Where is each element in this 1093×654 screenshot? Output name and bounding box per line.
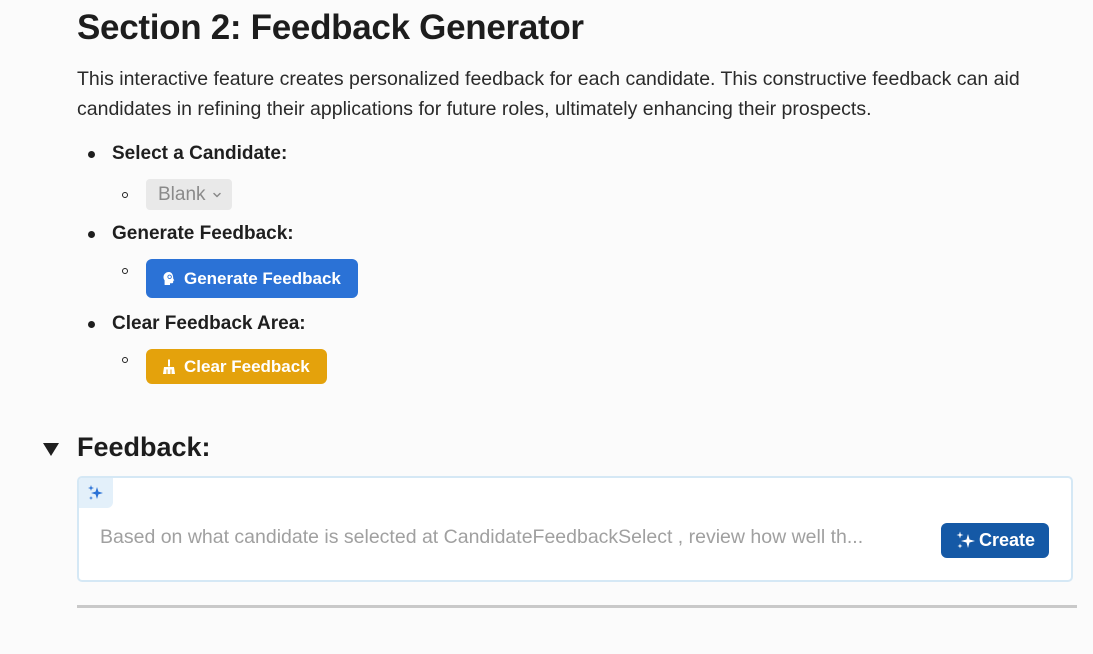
sparkles-icon — [956, 531, 975, 548]
bullet — [88, 150, 95, 158]
chevron-down-icon — [212, 192, 221, 197]
ai-block-tag — [79, 478, 113, 508]
step-generate-feedback-control: Generate Feedback — [122, 259, 358, 298]
bullet — [88, 320, 95, 328]
section-intro: This interactive feature creates persona… — [77, 68, 1020, 120]
candidate-select[interactable]: Blank — [146, 179, 232, 210]
page: Section 2: Feedback Generator This inter… — [0, 0, 1093, 654]
caret-down-icon — [43, 442, 59, 456]
sparkles-icon — [88, 485, 103, 500]
ai-prompt-text[interactable]: Based on what candidate is selected at C… — [100, 526, 863, 549]
broom-icon — [163, 359, 175, 374]
generate-feedback-button[interactable]: Generate Feedback — [146, 259, 358, 298]
brain-bulb-icon — [163, 271, 175, 285]
divider — [77, 605, 1077, 608]
generate-feedback-label: Generate Feedback — [184, 268, 341, 288]
clear-feedback-label: Clear Feedback — [184, 356, 310, 376]
feedback-heading: Feedback: — [77, 432, 211, 462]
step-label: Select a Candidate: — [112, 143, 288, 164]
step-clear-feedback: Clear Feedback Area: — [88, 313, 306, 335]
candidate-select-value: Blank — [158, 183, 206, 205]
clear-feedback-button[interactable]: Clear Feedback — [146, 349, 327, 384]
sub-bullet — [122, 356, 128, 363]
step-select-candidate: Select a Candidate: — [88, 143, 287, 165]
step-select-candidate-control: Blank — [122, 179, 232, 210]
ai-generation-block: Based on what candidate is selected at C… — [77, 476, 1073, 582]
sub-bullet — [122, 191, 128, 198]
sub-bullet — [122, 267, 128, 274]
bullet — [88, 230, 95, 238]
step-clear-feedback-control: Clear Feedback — [122, 349, 327, 384]
step-generate-feedback: Generate Feedback: — [88, 223, 294, 245]
feedback-toggle[interactable]: Feedback: — [43, 432, 211, 463]
create-label: Create — [979, 530, 1036, 550]
step-label: Clear Feedback Area: — [112, 313, 306, 334]
step-label: Generate Feedback: — [112, 223, 294, 244]
create-button[interactable]: Create — [941, 523, 1050, 558]
section-title: Section 2: Feedback Generator — [77, 8, 584, 47]
